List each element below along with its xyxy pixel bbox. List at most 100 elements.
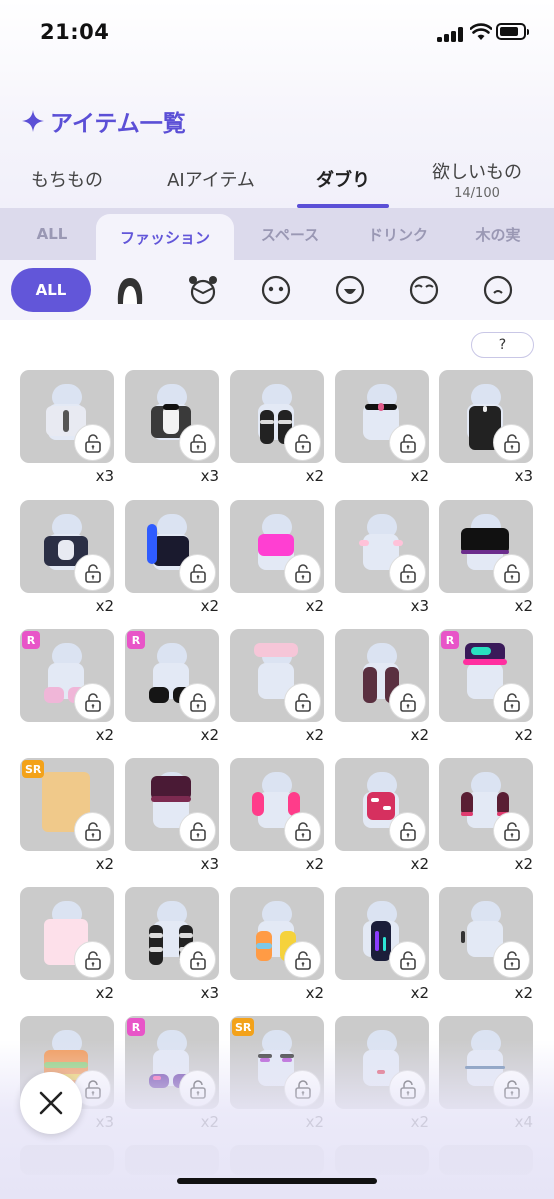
item-card[interactable]: x3 bbox=[125, 887, 219, 1005]
item-card[interactable]: x2 bbox=[439, 758, 533, 876]
item-thumbnail bbox=[439, 758, 533, 851]
item-card[interactable]: x3 bbox=[439, 370, 533, 488]
filter-all-button[interactable]: ALL bbox=[11, 268, 91, 312]
page-title-text: アイテム一覧 bbox=[50, 111, 186, 137]
item-thumbnail bbox=[335, 500, 429, 593]
category-tab-drink[interactable]: ドリンク bbox=[352, 208, 444, 260]
lock-open-icon bbox=[399, 821, 416, 841]
item-quantity: x3 bbox=[95, 467, 114, 485]
lock-button[interactable] bbox=[74, 554, 111, 591]
close-button[interactable] bbox=[20, 1072, 82, 1134]
bottom-fade bbox=[0, 1040, 554, 1199]
category-tabs: ALL ファッション スペース ドリンク 木の実 bbox=[0, 208, 554, 260]
item-card[interactable]: Rx2 bbox=[20, 629, 114, 747]
tab-duplicates[interactable]: ダブり bbox=[297, 150, 389, 208]
item-card[interactable]: x3 bbox=[20, 370, 114, 488]
item-card[interactable]: x2 bbox=[230, 500, 324, 618]
lock-button[interactable] bbox=[389, 812, 426, 849]
item-card[interactable]: x2 bbox=[125, 500, 219, 618]
lock-button[interactable] bbox=[493, 941, 530, 978]
close-icon bbox=[39, 1091, 63, 1115]
lock-button[interactable] bbox=[179, 554, 216, 591]
rarity-badge: R bbox=[127, 1018, 145, 1036]
item-card[interactable]: x2 bbox=[439, 500, 533, 618]
item-card[interactable]: Rx2 bbox=[125, 629, 219, 747]
item-card[interactable]: x2 bbox=[335, 758, 429, 876]
item-card[interactable]: x2 bbox=[230, 370, 324, 488]
item-thumbnail: SR bbox=[20, 758, 114, 851]
item-card[interactable]: x2 bbox=[335, 887, 429, 1005]
status-time: 21:04 bbox=[40, 20, 110, 44]
tab-wishlist[interactable]: 欲しいもの 14/100 bbox=[416, 150, 538, 208]
lock-button[interactable] bbox=[179, 424, 216, 461]
lock-open-icon bbox=[189, 950, 206, 970]
face-icon[interactable] bbox=[482, 274, 514, 306]
item-card[interactable]: x3 bbox=[335, 500, 429, 618]
lock-open-icon bbox=[503, 563, 520, 583]
lock-button[interactable] bbox=[74, 941, 111, 978]
lock-button[interactable] bbox=[284, 812, 321, 849]
lock-open-icon bbox=[84, 563, 101, 583]
item-card[interactable]: x2 bbox=[20, 500, 114, 618]
lock-button[interactable] bbox=[493, 554, 530, 591]
category-tab-fashion[interactable]: ファッション bbox=[96, 214, 234, 260]
item-thumbnail bbox=[439, 500, 533, 593]
category-tab-space[interactable]: スペース bbox=[246, 208, 334, 260]
item-card[interactable]: x2 bbox=[230, 887, 324, 1005]
tab-owned[interactable]: もちもの bbox=[20, 150, 114, 208]
lock-button[interactable] bbox=[284, 941, 321, 978]
item-thumbnail bbox=[439, 887, 533, 980]
lock-button[interactable] bbox=[179, 683, 216, 720]
item-card[interactable]: x2 bbox=[230, 758, 324, 876]
lock-button[interactable] bbox=[179, 941, 216, 978]
category-tab-nuts[interactable]: 木の実 bbox=[462, 208, 534, 260]
battery-icon bbox=[496, 23, 529, 40]
lock-button[interactable] bbox=[389, 554, 426, 591]
item-card[interactable]: x2 bbox=[335, 370, 429, 488]
lock-button[interactable] bbox=[74, 683, 111, 720]
lock-button[interactable] bbox=[179, 812, 216, 849]
item-quantity: x3 bbox=[200, 467, 219, 485]
lock-button[interactable] bbox=[389, 683, 426, 720]
eyebrows-icon[interactable] bbox=[408, 274, 440, 306]
lock-open-icon bbox=[189, 821, 206, 841]
head-accessory-icon[interactable] bbox=[187, 274, 219, 306]
mouth-icon[interactable] bbox=[334, 274, 366, 306]
lock-button[interactable] bbox=[284, 683, 321, 720]
help-button[interactable]: ? bbox=[471, 332, 534, 358]
lock-open-icon bbox=[189, 433, 206, 453]
tab-ai-items[interactable]: AIアイテム bbox=[152, 150, 270, 208]
lock-open-icon bbox=[503, 821, 520, 841]
lock-open-icon bbox=[84, 821, 101, 841]
item-card[interactable]: Rx2 bbox=[439, 629, 533, 747]
item-quantity: x2 bbox=[305, 726, 324, 744]
lock-button[interactable] bbox=[284, 554, 321, 591]
lock-button[interactable] bbox=[389, 424, 426, 461]
item-quantity: x2 bbox=[305, 984, 324, 1002]
lock-button[interactable] bbox=[74, 812, 111, 849]
lock-button[interactable] bbox=[493, 812, 530, 849]
lock-open-icon bbox=[294, 692, 311, 712]
item-card[interactable]: SR x2 bbox=[20, 758, 114, 876]
lock-button[interactable] bbox=[493, 683, 530, 720]
item-card[interactable]: x2 bbox=[439, 887, 533, 1005]
category-tab-all[interactable]: ALL bbox=[14, 208, 90, 260]
item-card[interactable]: x3 bbox=[125, 370, 219, 488]
item-quantity: x2 bbox=[95, 726, 114, 744]
status-bar: 21:04 bbox=[0, 0, 554, 66]
item-card[interactable]: x2 bbox=[335, 629, 429, 747]
item-thumbnail bbox=[20, 370, 114, 463]
item-card[interactable]: x3 bbox=[125, 758, 219, 876]
item-quantity: x2 bbox=[410, 984, 429, 1002]
item-card[interactable]: x2 bbox=[20, 887, 114, 1005]
hair-icon[interactable] bbox=[114, 274, 146, 306]
item-card[interactable]: x2 bbox=[230, 629, 324, 747]
item-quantity: x2 bbox=[305, 597, 324, 615]
tab-label: もちもの bbox=[31, 170, 103, 191]
lock-button[interactable] bbox=[493, 424, 530, 461]
lock-button[interactable] bbox=[389, 941, 426, 978]
lock-open-icon bbox=[399, 950, 416, 970]
eyes-icon[interactable] bbox=[260, 274, 292, 306]
lock-button[interactable] bbox=[74, 424, 111, 461]
lock-button[interactable] bbox=[284, 424, 321, 461]
